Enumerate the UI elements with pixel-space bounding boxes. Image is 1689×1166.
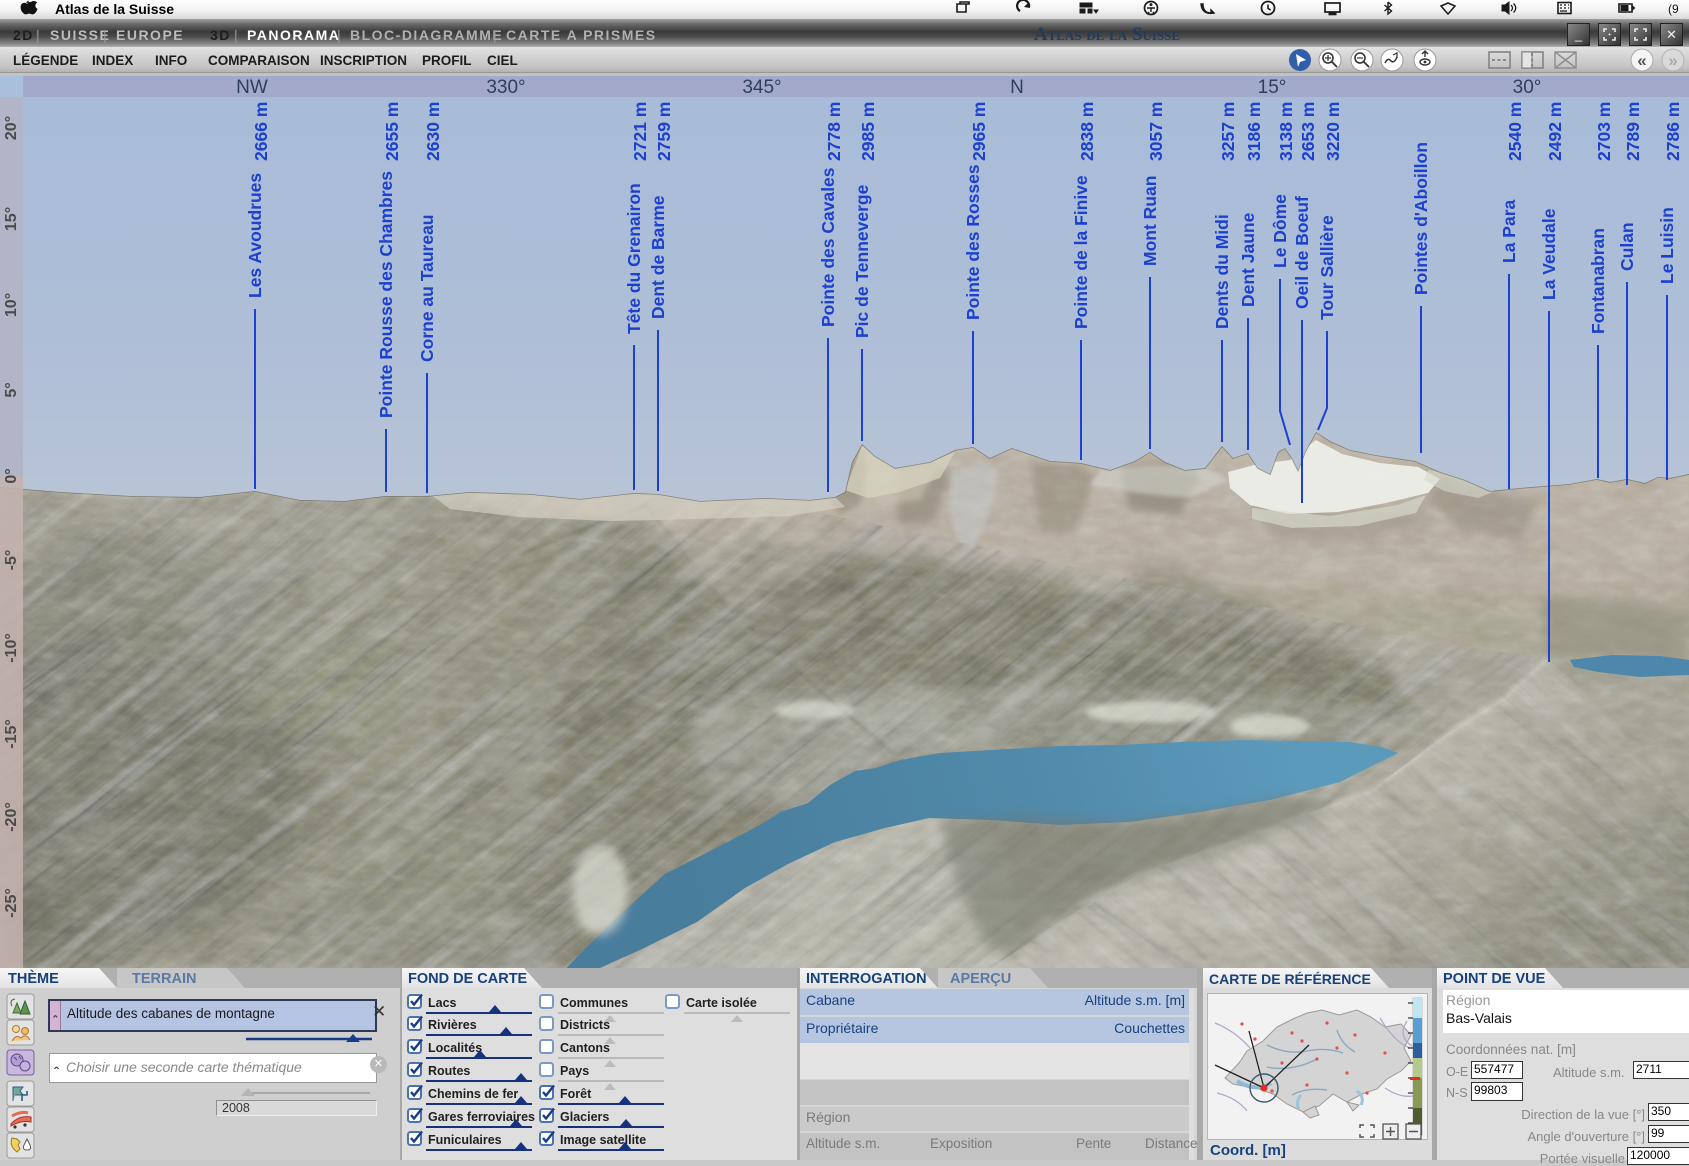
svg-text:«: «	[1637, 51, 1646, 70]
svg-text:5°: 5°	[3, 382, 20, 397]
svg-text:Pointe des Cavales: Pointe des Cavales	[818, 167, 838, 327]
svg-text:2703 m: 2703 m	[1594, 102, 1614, 161]
svg-text:2630 m: 2630 m	[423, 102, 443, 161]
svg-text:Tour Sallière: Tour Sallière	[1317, 215, 1337, 320]
svg-text:Mont Ruan: Mont Ruan	[1140, 176, 1160, 266]
svg-text:Pointe de la Finive: Pointe de la Finive	[1071, 175, 1091, 329]
svg-text:2789 m: 2789 m	[1623, 102, 1643, 161]
svg-text:Dent de Barme: Dent de Barme	[648, 195, 668, 319]
svg-text:Oeil de Boeuf: Oeil de Boeuf	[1292, 196, 1312, 309]
svg-text:30°: 30°	[1513, 77, 1542, 98]
svg-text:Pointe des Rosses: Pointe des Rosses	[963, 164, 983, 320]
svg-text:Rivières: Rivières	[428, 1018, 477, 1032]
svg-text:330°: 330°	[486, 77, 525, 98]
svg-text:3186 m: 3186 m	[1244, 102, 1264, 161]
svg-text:La Veudale: La Veudale	[1539, 208, 1559, 300]
svg-text:Pointe Rousse des Chambres: Pointe Rousse des Chambres	[376, 171, 396, 418]
svg-text:345°: 345°	[742, 77, 781, 98]
svg-text:-20°: -20°	[3, 802, 20, 832]
svg-text:Les Avoudrues: Les Avoudrues	[245, 173, 265, 298]
svg-text:Le Luisin: Le Luisin	[1657, 207, 1677, 284]
svg-text:2540 m: 2540 m	[1505, 102, 1525, 161]
svg-text:(9: (9	[1668, 2, 1679, 16]
svg-text:»: »	[1668, 51, 1677, 70]
svg-text:Image satellite: Image satellite	[560, 1133, 646, 1147]
svg-text:Tête du Grenairon: Tête du Grenairon	[624, 183, 644, 334]
svg-text:15°: 15°	[3, 207, 20, 231]
svg-text:2759 m: 2759 m	[654, 102, 674, 161]
svg-text:Forêt: Forêt	[560, 1087, 592, 1101]
svg-text:Communes: Communes	[560, 996, 628, 1010]
svg-text:2838 m: 2838 m	[1077, 102, 1097, 161]
svg-text:Fontanabran: Fontanabran	[1588, 228, 1608, 334]
svg-text:NW: NW	[236, 77, 268, 98]
svg-text:2721 m: 2721 m	[630, 102, 650, 161]
svg-text:Glaciers: Glaciers	[560, 1110, 609, 1124]
svg-text:Funiculaires: Funiculaires	[428, 1133, 502, 1147]
svg-text:2666 m: 2666 m	[251, 102, 271, 161]
svg-text:-25°: -25°	[3, 888, 20, 918]
svg-text:2653 m: 2653 m	[1298, 102, 1318, 161]
svg-text:N: N	[1010, 77, 1024, 98]
svg-text:-15°: -15°	[3, 719, 20, 749]
svg-text:Dents du Midi: Dents du Midi	[1212, 214, 1232, 329]
svg-text:20°: 20°	[3, 116, 20, 140]
svg-text:0°: 0°	[3, 468, 20, 483]
svg-text:Corne au Taureau: Corne au Taureau	[417, 215, 437, 363]
svg-text:Localités: Localités	[428, 1041, 482, 1055]
svg-text:2985 m: 2985 m	[858, 102, 878, 161]
svg-text:Pays: Pays	[560, 1064, 589, 1078]
svg-text:Lacs: Lacs	[428, 996, 457, 1010]
svg-text:3138 m: 3138 m	[1276, 102, 1296, 161]
svg-text:Le Dôme: Le Dôme	[1270, 194, 1290, 268]
svg-text:2965 m: 2965 m	[969, 102, 989, 161]
svg-text:2655 m: 2655 m	[382, 102, 402, 161]
svg-text:Chemins de fer: Chemins de fer	[428, 1087, 518, 1101]
svg-text:Pic de Tenneverge: Pic de Tenneverge	[852, 184, 872, 338]
svg-text:2492 m: 2492 m	[1545, 102, 1565, 161]
svg-text:Carte isolée: Carte isolée	[686, 996, 757, 1010]
svg-text:15°: 15°	[1258, 77, 1287, 98]
svg-text:3057 m: 3057 m	[1146, 102, 1166, 161]
svg-text:2778 m: 2778 m	[824, 102, 844, 161]
svg-text:3220 m: 3220 m	[1323, 102, 1343, 161]
svg-text:Dent Jaune: Dent Jaune	[1238, 212, 1258, 307]
svg-text:-10°: -10°	[3, 633, 20, 663]
svg-text:2786 m: 2786 m	[1663, 102, 1683, 161]
svg-text:10°: 10°	[3, 293, 20, 317]
svg-text:Districts: Districts	[560, 1018, 610, 1032]
svg-text:Pointes d'Aboillon: Pointes d'Aboillon	[1411, 142, 1431, 295]
svg-text:La Para: La Para	[1499, 200, 1519, 263]
svg-text:3257 m: 3257 m	[1218, 102, 1238, 161]
svg-text:Cantons: Cantons	[560, 1041, 610, 1055]
svg-text:Gares ferroviaires: Gares ferroviaires	[428, 1110, 535, 1124]
svg-text:Culan: Culan	[1617, 222, 1637, 271]
svg-text:-5°: -5°	[3, 550, 20, 571]
svg-text:Routes: Routes	[428, 1064, 470, 1078]
